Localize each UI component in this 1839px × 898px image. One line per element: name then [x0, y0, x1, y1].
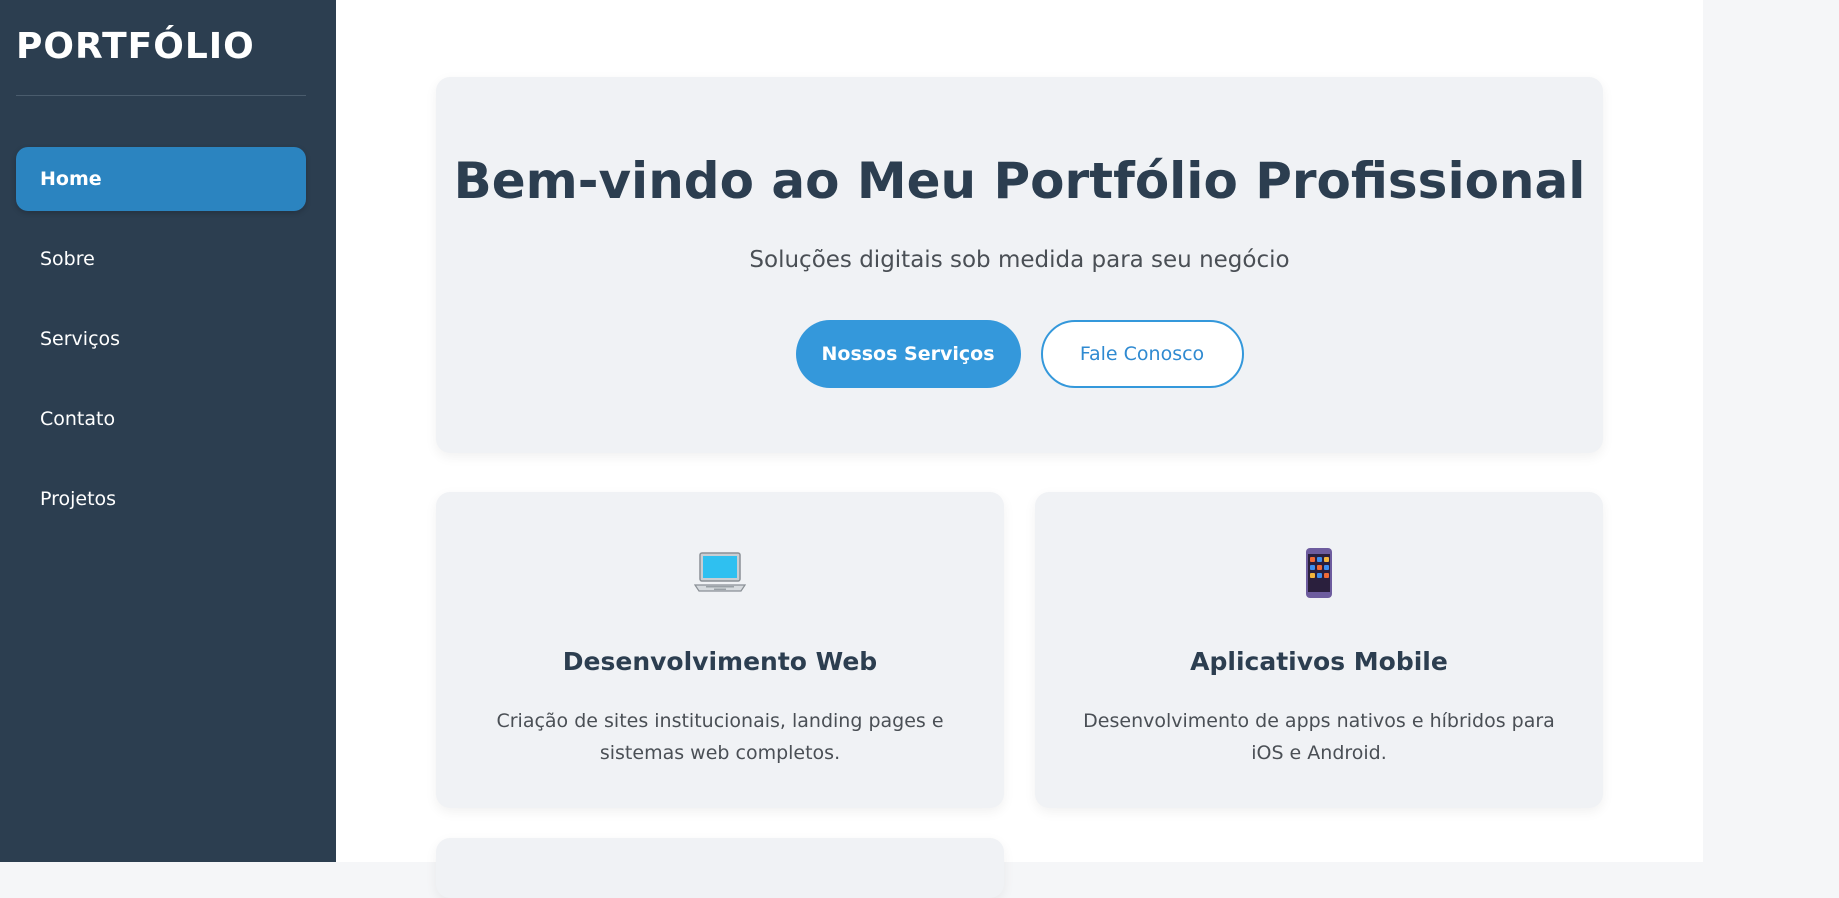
sidebar-item-label: Sobre: [40, 248, 95, 270]
service-card-partial: [436, 838, 1004, 898]
hero-subtitle: Soluções digitais sob medida para seu ne…: [749, 247, 1290, 273]
our-services-button[interactable]: Nossos Serviços: [795, 320, 1021, 388]
sidebar-item-sobre[interactable]: Sobre: [16, 227, 306, 291]
sidebar-item-label: Home: [40, 168, 102, 190]
service-card-text: Desenvolvimento de apps nativos e híbrid…: [1083, 710, 1555, 764]
mobile-phone-icon: [1293, 547, 1345, 603]
service-card-text: Criação de sites institucionais, landing…: [496, 710, 944, 764]
contact-us-button[interactable]: Fale Conosco: [1040, 320, 1244, 388]
sidebar-item-label: Contato: [40, 408, 116, 430]
sidebar-item-contato[interactable]: Contato: [16, 387, 306, 451]
hero-title: Bem-vindo ao Meu Portfólio Profissional: [453, 152, 1586, 210]
sidebar-item-servicos[interactable]: Serviços: [16, 307, 306, 371]
sidebar-item-label: Serviços: [40, 328, 121, 350]
laptop-icon: [693, 547, 747, 603]
hero-buttons: Nossos Serviços Fale Conosco: [436, 320, 1603, 388]
sidebar: PORTFÓLIO Home Sobre Serviços Contato Pr…: [0, 0, 336, 862]
sidebar-item-projetos[interactable]: Projetos: [16, 467, 306, 531]
service-card-title: Desenvolvimento Web: [562, 647, 878, 676]
main-content: Bem-vindo ao Meu Portfólio Profissional …: [336, 0, 1703, 898]
hero-section: Bem-vindo ao Meu Portfólio Profissional …: [436, 77, 1603, 453]
sidebar-item-home[interactable]: Home: [16, 147, 306, 211]
brand-logo[interactable]: PORTFÓLIO: [16, 26, 255, 67]
service-card-mobile: Aplicativos Mobile Desenvolvimento de ap…: [1035, 492, 1603, 808]
sidebar-item-label: Projetos: [40, 488, 117, 510]
service-card-title: Aplicativos Mobile: [1190, 647, 1448, 676]
service-card-web: Desenvolvimento Web Criação de sites ins…: [436, 492, 1004, 808]
sidebar-divider: [16, 95, 306, 96]
sidebar-nav: Home Sobre Serviços Contato Projetos: [16, 147, 306, 547]
